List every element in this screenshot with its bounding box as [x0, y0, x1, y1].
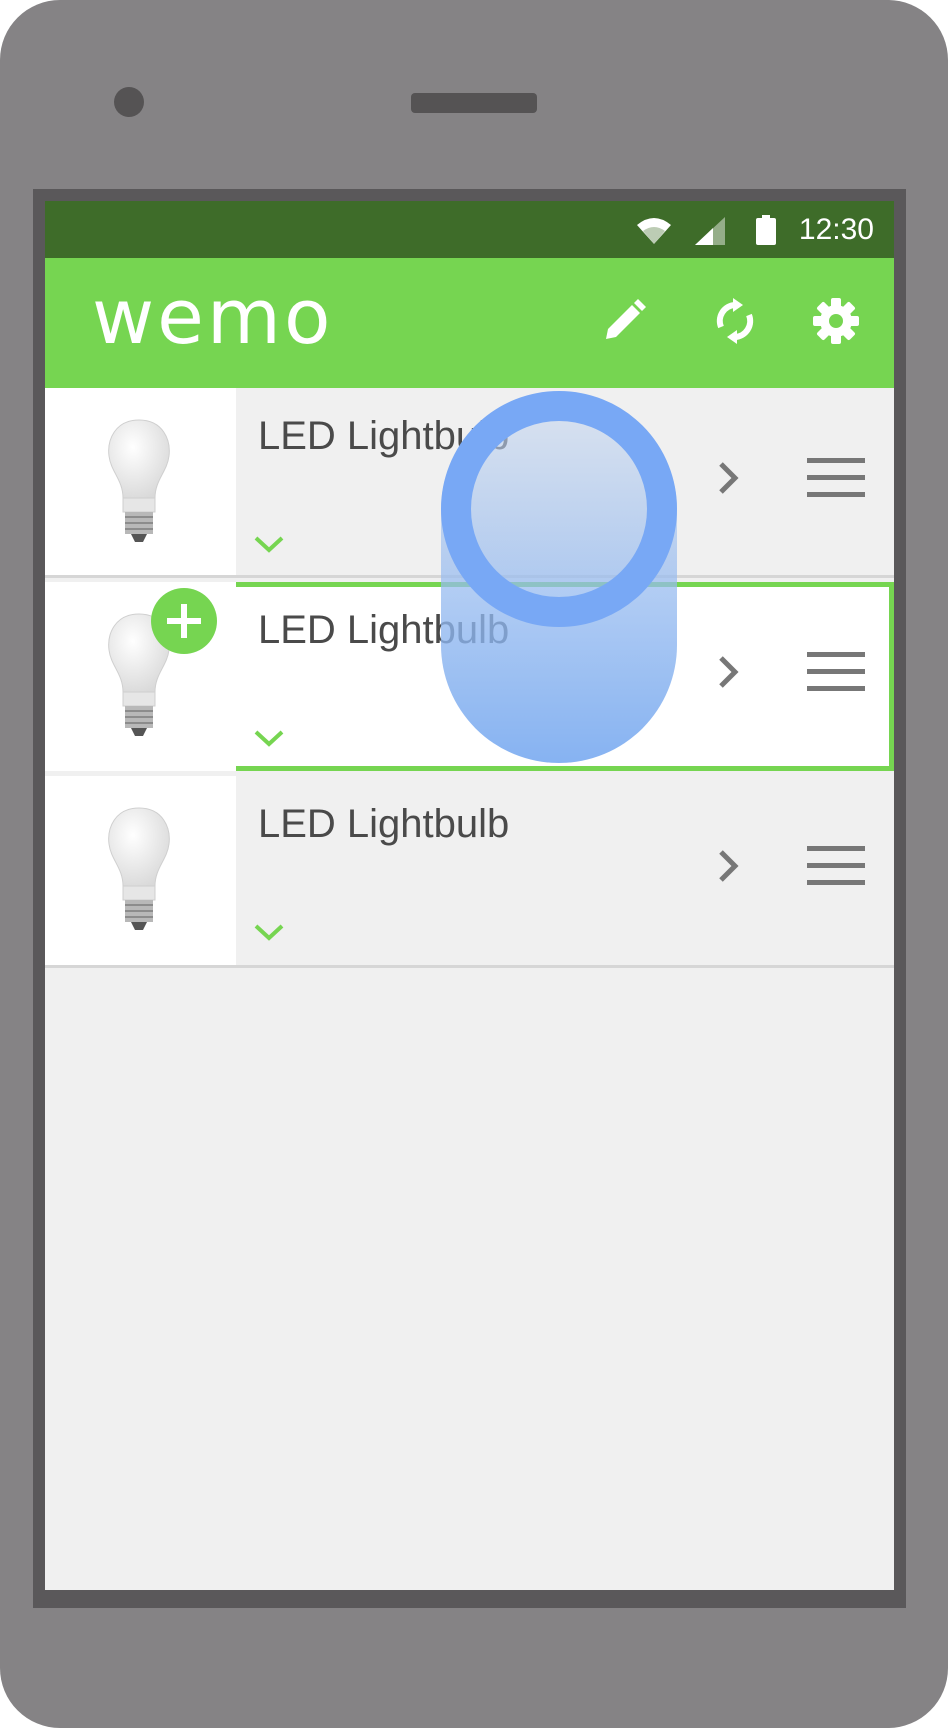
- expand-chevron-icon[interactable]: [253, 534, 285, 559]
- settings-button[interactable]: [799, 286, 873, 360]
- status-bar: 12:30: [45, 201, 894, 258]
- drag-handle-icon[interactable]: [807, 846, 865, 891]
- earpiece-speaker: [411, 93, 537, 113]
- touch-point-ring: [441, 391, 677, 627]
- front-camera: [114, 87, 144, 117]
- add-icon[interactable]: [151, 588, 217, 654]
- drag-handle-icon[interactable]: [807, 458, 865, 503]
- lightbulb-icon: [105, 418, 173, 549]
- status-time: 12:30: [798, 213, 874, 246]
- chevron-right-icon[interactable]: [717, 654, 739, 695]
- device-thumbnail: [45, 582, 236, 771]
- refresh-icon: [711, 297, 759, 350]
- expand-chevron-icon[interactable]: [253, 728, 285, 753]
- device-thumbnail: [45, 388, 236, 577]
- device-name: LED Lightbulb: [258, 802, 510, 846]
- pencil-icon: [600, 297, 648, 350]
- chevron-right-icon[interactable]: [717, 460, 739, 501]
- wifi-icon: [637, 217, 671, 250]
- battery-icon: [756, 215, 776, 250]
- drag-handle-icon[interactable]: [807, 652, 865, 697]
- expand-chevron-icon[interactable]: [253, 922, 285, 947]
- device-row[interactable]: LED Lightbulb: [45, 776, 894, 965]
- device-thumbnail: [45, 776, 236, 965]
- app-bar: wemo: [45, 258, 894, 388]
- row-divider: [45, 965, 894, 968]
- app-screen: 12:30 wemo LED Lightbulb LED Lightbulb L…: [45, 201, 894, 1590]
- gear-icon: [811, 296, 861, 351]
- wemo-logo: wemo: [92, 272, 334, 361]
- chevron-right-icon[interactable]: [717, 848, 739, 889]
- cell-signal-icon: [695, 217, 725, 250]
- lightbulb-icon: [105, 806, 173, 937]
- refresh-button[interactable]: [698, 286, 772, 360]
- edit-button[interactable]: [587, 286, 661, 360]
